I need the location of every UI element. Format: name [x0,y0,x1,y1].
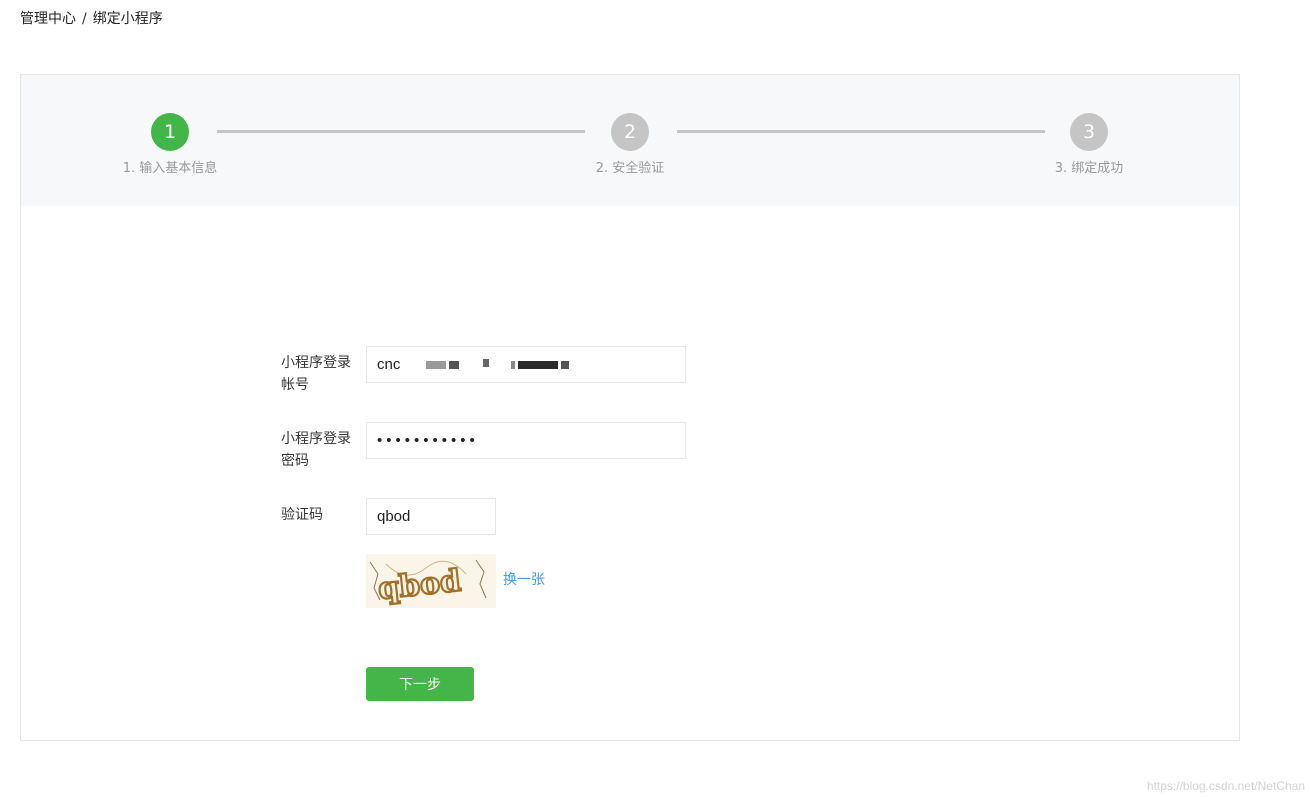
refresh-captcha-link[interactable]: 换一张 [503,570,545,590]
step-indicator: 1 2 3 1. 输入基本信息 2. 安全验证 3. 绑定成功 [21,75,1239,206]
breadcrumb-root[interactable]: 管理中心 [20,11,76,27]
captcha-image: qbod [366,554,496,608]
step-2-label: 2. 安全验证 [595,161,665,176]
breadcrumb: 管理中心 / 绑定小程序 [20,10,163,28]
step-3-label: 3. 绑定成功 [1054,161,1124,176]
step-1-circle: 1 [151,113,189,151]
password-label-line2: 密码 [281,453,309,469]
step-connector-2 [677,130,1045,133]
page: 管理中心 / 绑定小程序 1 2 3 1. 输入基本信息 2. 安全验证 3. 绑定… [0,0,1311,797]
next-button[interactable]: 下一步 [366,667,474,701]
step-connector-1 [217,130,585,133]
breadcrumb-separator: / [82,11,87,27]
password-label: 小程序登录 密码 [281,428,361,472]
step-2-circle: 2 [611,113,649,151]
account-label-line1: 小程序登录 [281,355,351,371]
captcha-svg: qbod [366,554,496,608]
step-1-label: 1. 输入基本信息 [122,161,218,176]
password-label-line1: 小程序登录 [281,431,351,447]
watermark: https://blog.csdn.net/NetChan [1146,779,1305,793]
step-3-circle: 3 [1070,113,1108,151]
password-input[interactable] [366,422,686,459]
account-label: 小程序登录 帐号 [281,352,361,396]
captcha-label: 验证码 [281,507,323,523]
captcha-input[interactable] [366,498,496,535]
bind-panel: 1 2 3 1. 输入基本信息 2. 安全验证 3. 绑定成功 小程序登录 帐号… [20,74,1240,741]
breadcrumb-current: 绑定小程序 [92,11,163,27]
account-label-line2: 帐号 [281,377,309,393]
